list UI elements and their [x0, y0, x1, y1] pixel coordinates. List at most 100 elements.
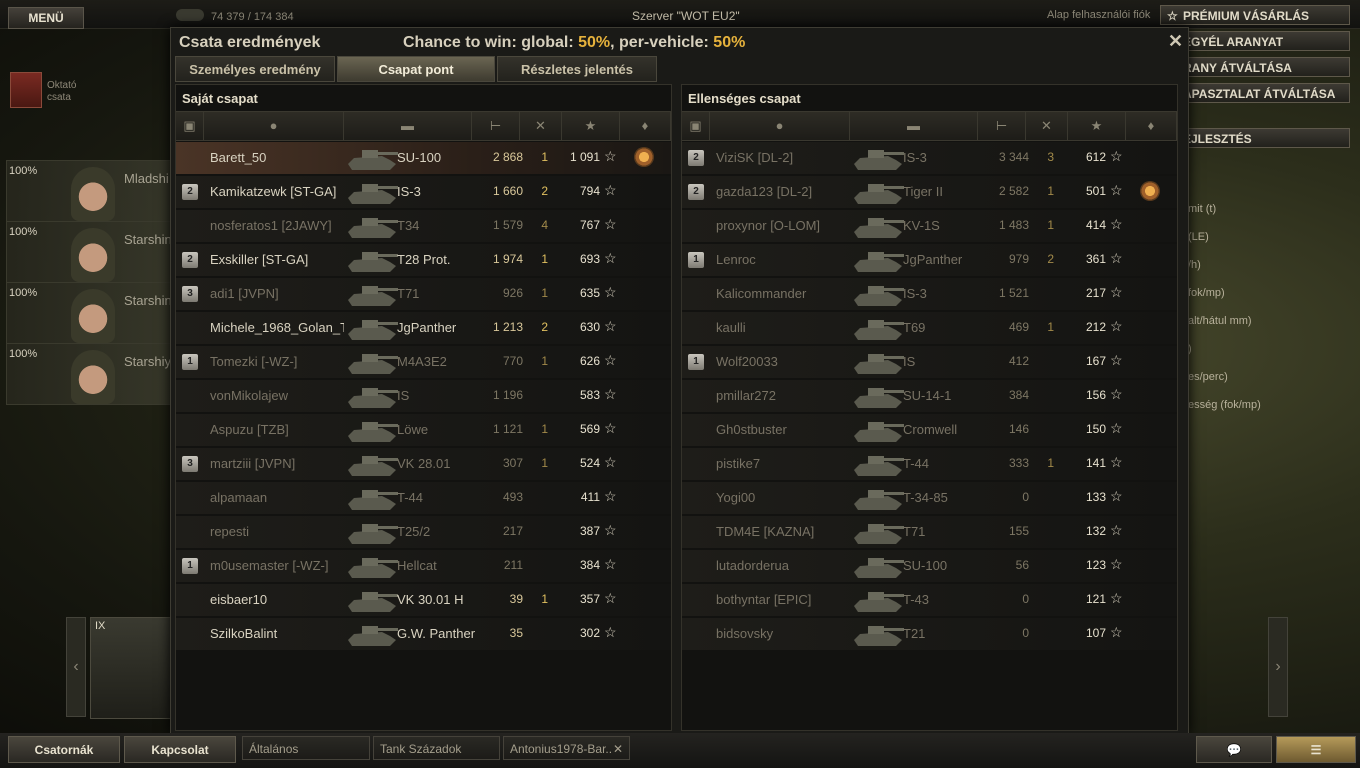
table-row[interactable]: 3 adi1 [JVPN] T71 926 1 635 ☆ [176, 278, 671, 310]
tab-personal[interactable]: Személyes eredmény [175, 56, 335, 82]
table-row[interactable]: Gh0stbuster Cromwell 146 150 ☆ [682, 414, 1177, 446]
table-row[interactable]: Aspuzu [TZB] Löwe 1 121 1 569 ☆ [176, 414, 671, 446]
medal-icon[interactable] [634, 147, 654, 167]
table-row[interactable]: 2 ViziSK [DL-2] IS-3 3 344 3 612 ☆ [682, 142, 1177, 174]
table-row[interactable]: TDM4E [KAZNA] T71 155 132 ☆ [682, 516, 1177, 548]
kills-value: 1 [541, 422, 548, 436]
xp-col-icon[interactable]: ★ [1068, 112, 1126, 140]
tank-col-icon[interactable]: ▬ [850, 112, 978, 140]
damage-value: 0 [1022, 592, 1029, 606]
table-row[interactable]: Yogi00 T-34-85 0 133 ☆ [682, 482, 1177, 514]
table-row[interactable]: 1 Lenroc JgPanther 979 2 361 ☆ [682, 244, 1177, 276]
channel-tab[interactable]: Tank Századok [373, 736, 500, 760]
table-row[interactable]: nosferatos1 [2JAWY] T34 1 579 4 767 ☆ [176, 210, 671, 242]
tank-name: T28 Prot. [397, 252, 451, 267]
tank-icon [348, 592, 398, 612]
tank-card[interactable]: IX [90, 617, 172, 719]
tab-team-points[interactable]: Csapat pont [337, 56, 495, 82]
enemy-team-rows: 2 ViziSK [DL-2] IS-3 3 344 3 612 ☆ 2 gazda123 [D… [682, 142, 1177, 652]
tank-name: T-44 [903, 456, 930, 471]
player-name: nosferatos1 [2JAWY] [210, 218, 332, 233]
kills-col-icon[interactable]: ✕ [1026, 112, 1068, 140]
crew-member[interactable]: 100% Starshin [6, 282, 172, 344]
table-row[interactable]: pistike7 T-44 333 1 141 ☆ [682, 448, 1177, 480]
table-row[interactable]: lutadorderua SU-100 56 123 ☆ [682, 550, 1177, 582]
table-row[interactable]: 2 Exskiller [ST-GA] T28 Prot. 1 974 1 693 ☆ [176, 244, 671, 276]
damage-value: 211 [503, 558, 523, 572]
table-row[interactable]: proxynor [O-LOM] KV-1S 1 483 1 414 ☆ [682, 210, 1177, 242]
platoon-icon: 1 [182, 558, 198, 574]
table-row[interactable]: 1 Wolf20033 IS 412 167 ☆ [682, 346, 1177, 378]
tank-icon [348, 456, 398, 476]
star-icon: ☆ [1110, 148, 1123, 164]
platoon-col-icon[interactable]: ▣ [176, 112, 204, 140]
table-row[interactable]: 1 m0usemaster [-WZ-] Hellcat 211 384 ☆ [176, 550, 671, 582]
tank-name: T25/2 [397, 524, 431, 539]
tank-icon [348, 524, 398, 544]
damage-value: 1 660 [492, 184, 523, 198]
close-icon[interactable]: ✕ [1168, 31, 1183, 52]
tank-icon [854, 320, 904, 340]
kills-value: 2 [1047, 252, 1054, 266]
table-row[interactable]: kaulli T69 469 1 212 ☆ [682, 312, 1177, 344]
tank-name: KV-1S [903, 218, 940, 233]
tank-name: SU-100 [397, 150, 442, 165]
battle-results-dialog: Csata eredmények Chance to win: global: … [170, 27, 1189, 735]
table-row[interactable]: 1 Tomezki [-WZ-] M4A3E2 770 1 626 ☆ [176, 346, 671, 378]
table-row[interactable]: Kalicommander IS-3 1 521 217 ☆ [682, 278, 1177, 310]
star-icon: ☆ [604, 488, 617, 504]
contacts-button[interactable]: Kapcsolat [124, 736, 236, 763]
kills-value: 1 [541, 286, 548, 300]
table-row[interactable]: 2 gazda123 [DL-2] Tiger II 2 582 1 501 ☆ [682, 176, 1177, 208]
table-row[interactable]: eisbaer10 VK 30.01 H 39 1 357 ☆ [176, 584, 671, 616]
table-row[interactable]: Barett_50 SU-100 2 868 1 1 091 ☆ [176, 142, 671, 174]
star-icon: ☆ [604, 182, 617, 198]
notifications-list-icon[interactable]: ☰ [1276, 736, 1356, 763]
damage-value: 56 [1015, 558, 1029, 572]
platoon-col-icon[interactable]: ▣ [682, 112, 710, 140]
medal-icon[interactable] [1140, 181, 1160, 201]
table-row[interactable]: pmillar272 SU-14-1 384 156 ☆ [682, 380, 1177, 412]
platoon-icon: 3 [182, 456, 198, 472]
table-row[interactable]: vonMikolajew IS 1 196 583 ☆ [176, 380, 671, 412]
kills-value: 1 [1047, 456, 1054, 470]
star-icon: ☆ [1110, 318, 1123, 334]
tank-icon [854, 388, 904, 408]
player-name: pmillar272 [716, 388, 776, 403]
table-row[interactable]: 2 Kamikatzewk [ST-GA] IS-3 1 660 2 794 ☆ [176, 176, 671, 208]
player-col-icon[interactable]: ● [204, 112, 344, 140]
training-icon[interactable] [10, 72, 42, 108]
tab-detailed-report[interactable]: Részletes jelentés [497, 56, 657, 82]
carousel-right-arrow[interactable]: › [1268, 617, 1288, 717]
channel-tab[interactable]: Antonius1978-Bar.. ✕ [503, 736, 630, 760]
crew-member[interactable]: 100% Starshiy [6, 343, 172, 405]
chat-icon[interactable]: 💬 [1196, 736, 1272, 763]
tank-col-icon[interactable]: ▬ [344, 112, 472, 140]
crew-member[interactable]: 100% Starshin [6, 221, 172, 283]
medal-col-icon[interactable]: ♦ [620, 112, 671, 140]
carousel-left-arrow[interactable]: ‹ [66, 617, 86, 717]
channel-tab[interactable]: Általános [242, 736, 370, 760]
table-row[interactable]: bothyntar [EPIC] T-43 0 121 ☆ [682, 584, 1177, 616]
menu-button[interactable]: MENÜ [8, 7, 84, 29]
xp-value: 693 [579, 252, 600, 266]
channels-button[interactable]: Csatornák [8, 736, 120, 763]
table-row[interactable]: alpamaan T-44 493 411 ☆ [176, 482, 671, 514]
damage-col-icon[interactable]: ⊢ [472, 112, 520, 140]
tank-name: T-43 [903, 592, 930, 607]
table-row[interactable]: Michele_1968_Golan_Tr JgPanther 1 213 2 630 ☆ [176, 312, 671, 344]
player-col-icon[interactable]: ● [710, 112, 850, 140]
close-icon[interactable]: ✕ [613, 737, 623, 761]
damage-col-icon[interactable]: ⊢ [978, 112, 1026, 140]
table-row[interactable]: SzilkoBalint G.W. Panther 35 302 ☆ [176, 618, 671, 650]
premium-button[interactable]: ☆ PRÉMIUM VÁSÁRLÁS [1160, 5, 1350, 25]
xp-col-icon[interactable]: ★ [562, 112, 620, 140]
kills-col-icon[interactable]: ✕ [520, 112, 562, 140]
crew-member[interactable]: 100% Mladshi [6, 160, 172, 222]
table-row[interactable]: 3 martziii [JVPN] VK 28.01 307 1 524 ☆ [176, 448, 671, 480]
table-row[interactable]: bidsovsky T21 0 107 ☆ [682, 618, 1177, 650]
medal-col-icon[interactable]: ♦ [1126, 112, 1177, 140]
table-row[interactable]: repesti T25/2 217 387 ☆ [176, 516, 671, 548]
account-type: Alap felhasználói fiók [1047, 9, 1151, 21]
tank-name: T-44 [397, 490, 424, 505]
